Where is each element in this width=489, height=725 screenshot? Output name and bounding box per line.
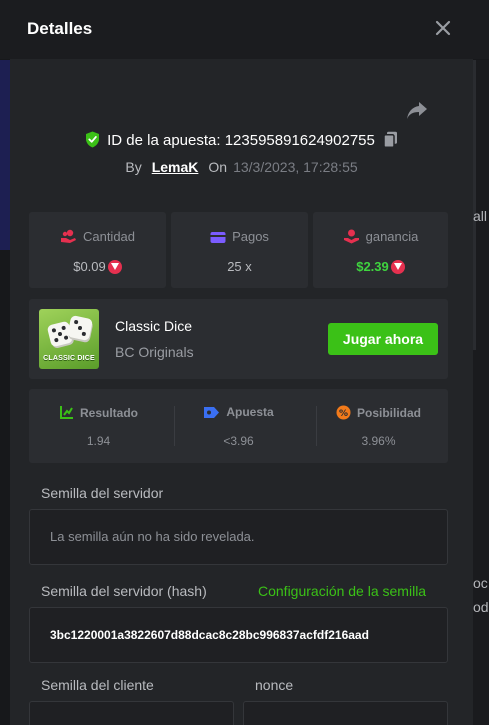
amount-label: Cantidad [82,229,136,244]
amount-value: $0.09 [73,259,106,274]
client-seed-field[interactable] [29,701,234,725]
payout-label-wrap: Pagos [171,229,308,244]
server-seed-label: Semilla del servidor [41,485,164,501]
payout-card: Pagos 25 x [171,212,308,288]
dice-image [66,314,94,342]
bet-column: Apuesta <3.96 [169,389,308,463]
profit-label: ganancia [365,229,419,244]
result-value: 1.94 [86,434,111,448]
copy-icon[interactable] [383,131,398,148]
server-seed-value: La semilla aún no ha sido revelada. [50,529,255,544]
payout-label: Pagos [232,229,269,244]
ticket-icon [204,407,220,418]
bet-label-wrap: Apuesta [169,405,308,419]
page: all oc ode Detalles ID de la apuesta: 12… [0,0,489,725]
server-hash-field[interactable]: 3bc1220001a3822607d88dcac8c28bc996837acf… [29,607,448,663]
bet-date: 13/3/2023, 17:28:55 [233,159,358,175]
share-icon[interactable] [406,101,428,121]
trx-coin-icon [107,260,122,274]
background-page-strip [0,60,10,250]
amount-card: Cantidad $0.09 [29,212,166,288]
profit-value: $2.39 [356,259,389,274]
result-label-wrap: Resultado [29,405,168,420]
result-column: Resultado 1.94 [29,389,168,463]
payout-value: 25 x [227,259,252,274]
game-thumb-caption: CLASSIC DICE [43,355,95,362]
wallet-icon [210,232,226,243]
chance-label: Posibilidad [356,406,421,420]
game-name: Classic Dice [115,318,193,334]
amount-label-wrap: Cantidad [29,229,166,244]
profit-value-wrap: $2.39 [313,259,448,274]
background-text: oc [473,575,488,591]
verified-shield-icon [86,131,100,148]
amount-value-wrap: $0.09 [29,259,166,274]
nonce-label: nonce [255,677,294,693]
chance-label-wrap: % Posibilidad [309,405,448,420]
bet-author-row: By LemaK On 13/3/2023, 17:28:55 [10,159,473,175]
game-provider: BC Originals [115,344,194,360]
bet-label: Apuesta [226,405,274,419]
profit-hand-icon [343,229,359,244]
modal-title: Detalles [27,19,93,38]
background-text: all [473,208,488,224]
result-icon [59,406,73,419]
close-button[interactable] [432,17,454,39]
by-label: By [125,159,142,175]
background-scroll-track [473,60,476,350]
game-thumbnail[interactable]: CLASSIC DICE [39,309,99,369]
server-hash-value: 3bc1220001a3822607d88dcac8c28bc996837acf… [50,628,369,642]
bet-id: ID de la apuesta: 123595891624902755 [107,132,375,149]
bet-id-row: ID de la apuesta: 123595891624902755 [10,131,473,149]
coins-hand-icon [60,229,76,243]
close-icon [435,20,451,36]
chance-value: 3.96% [361,434,396,448]
profit-label-wrap: ganancia [313,229,448,244]
result-panel: Resultado 1.94 Apuesta <3.96 % Posibilid… [29,389,448,463]
server-hash-label: Semilla del servidor (hash) [41,583,207,599]
result-label: Resultado [79,406,138,420]
modal-header: Detalles [0,0,489,59]
bet-value: <3.96 [223,434,254,448]
svg-text:%: % [339,409,348,419]
percent-icon: % [336,405,351,420]
trx-coin-icon [390,260,405,274]
play-now-button[interactable]: Jugar ahora [328,323,438,355]
server-seed-field[interactable]: La semilla aún no ha sido revelada. [29,509,448,565]
on-label: On [208,159,228,175]
seed-config-link[interactable]: Configuración de la semilla [258,583,426,599]
user-link[interactable]: LemaK [152,159,199,175]
nonce-field[interactable] [243,701,448,725]
client-seed-label: Semilla del cliente [41,677,154,693]
game-card: CLASSIC DICE Classic Dice BC Originals J… [29,299,448,379]
background-page-right: all oc ode [473,60,489,725]
profit-card: ganancia $2.39 [313,212,448,288]
chance-column: % Posibilidad 3.96% [309,389,448,463]
bet-details-modal: Detalles ID de la apuesta: 1235958916249… [0,0,489,725]
background-text: ode [473,599,489,615]
